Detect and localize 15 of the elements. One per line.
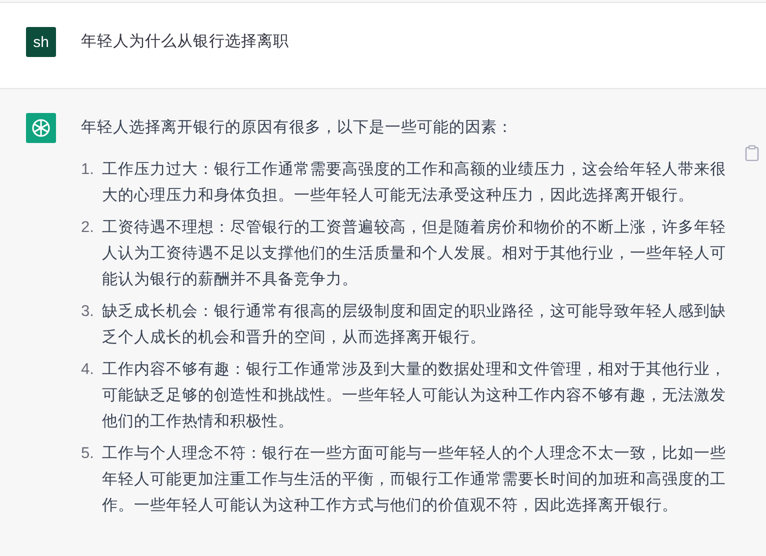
list-number: 5. <box>81 444 96 464</box>
list-item-text: 缺乏成长机会：银行通常有很高的层级制度和固定的职业路径，这可能导致年轻人感到缺乏个人成长的机会和晋升的空间，从而选择离开银行。 <box>102 302 727 348</box>
list-number: 4. <box>81 360 96 380</box>
list-number: 3. <box>81 302 96 322</box>
clipboard-icon[interactable] <box>745 145 759 161</box>
list-number: 1. <box>81 160 96 180</box>
list-item-text: 工作内容不够有趣：银行工作通常涉及到大量的数据处理和文件管理，相对于其他行业，可能缺乏足够的创造性和挑战性。一些年轻人可能认为这种工作内容不够有趣，无法激发他们的工作热情和积极性。 <box>102 360 727 432</box>
list-item-text: 工作压力过大：银行工作通常需要高强度的工作和高额的业绩压力，这会给年轻人带来很大的心理压力和身体负担。一些年轻人可能无法承受这种压力，因此选择离开银行。 <box>102 160 727 206</box>
user-avatar: sh <box>26 27 56 57</box>
list-number: 2. <box>81 218 96 238</box>
logo-icon <box>26 113 56 143</box>
list-item-text: 工作与个人理念不符：银行在一些方面可能与一些年轻人的个人理念不太一致，比如一些年轻人可能更加注重工作与生活的平衡，而银行工作通常需要长时间的加班和高强度的工作。一些年轻人可能认为这种工作方式与他们的价值观不符，因此选择离开银行。 <box>102 444 727 516</box>
list-item-text: 工资待遇不理想：尽管银行的工资普遍较高，但是随着房价和物价的不断上涨，许多年轻人认为工资待遇不足以支撑他们的生活质量和个人发展。相对于其他行业，一些年轻人可能认为银行的薪酬并不具备竞争力。 <box>102 218 727 290</box>
user-message: 年轻人为什么从银行选择离职 <box>81 32 289 52</box>
intro-text: 年轻人选择离开银行的原因有很多，以下是一些可能的因素： <box>81 118 514 138</box>
